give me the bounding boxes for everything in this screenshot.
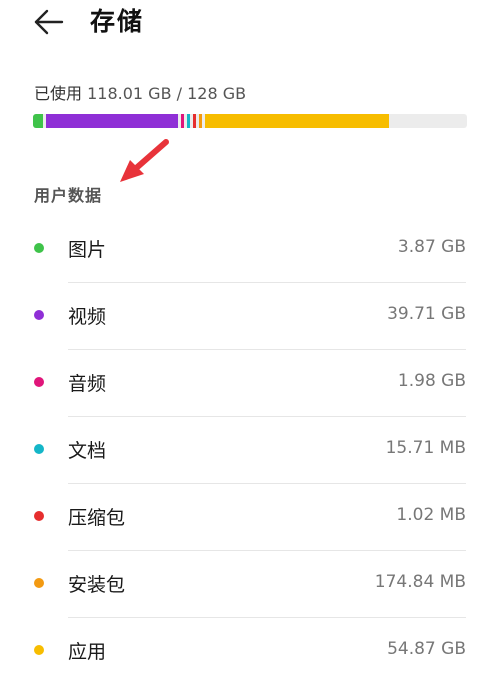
category-name: 文档 (68, 440, 107, 462)
category-name: 图片 (68, 239, 107, 261)
storage-usage-bar (33, 114, 467, 128)
category-color-dot-icon (34, 511, 44, 521)
storage-category-row[interactable]: 音频 1.98 GB (0, 350, 500, 417)
category-size: 1.02 MB (396, 505, 466, 525)
category-name: 压缩包 (68, 507, 126, 529)
storage-category-row[interactable]: 文档 15.71 MB (0, 417, 500, 484)
storage-category-list: 图片 3.87 GB 视频 39.71 GB 音频 1.98 GB 文档 15.71 MB 压缩… (0, 216, 500, 685)
category-name: 应用 (68, 641, 107, 663)
category-size: 1.98 GB (397, 371, 466, 391)
back-arrow-icon (34, 9, 64, 35)
usage-bar-segment (193, 114, 197, 128)
category-color-dot-icon (34, 578, 44, 588)
category-name: 音频 (68, 373, 107, 395)
storage-category-row[interactable]: 视频 39.71 GB (0, 283, 500, 350)
category-color-dot-icon (34, 310, 44, 320)
storage-category-row[interactable]: 图片 3.87 GB (0, 216, 500, 283)
usage-bar-segment (46, 114, 178, 128)
storage-category-row[interactable]: 安装包 174.84 MB (0, 551, 500, 618)
category-color-dot-icon (34, 377, 44, 387)
category-name: 安装包 (68, 574, 126, 596)
category-size: 54.87 GB (387, 639, 466, 659)
storage-category-row[interactable]: 应用 54.87 GB (0, 618, 500, 685)
category-size: 15.71 MB (385, 438, 466, 458)
usage-bar-segment (33, 114, 44, 128)
usage-bar-segment (187, 114, 191, 128)
category-name: 视频 (68, 306, 107, 328)
app-header: 存储 (0, 0, 500, 56)
section-title-user-data: 用户数据 (34, 186, 103, 205)
category-color-dot-icon (34, 243, 44, 253)
category-size: 39.71 GB (387, 304, 466, 324)
usage-bar-segment (180, 114, 185, 128)
storage-category-row[interactable]: 压缩包 1.02 MB (0, 484, 500, 551)
usage-bar-segment (199, 114, 203, 128)
category-color-dot-icon (34, 444, 44, 454)
category-size: 174.84 MB (374, 572, 466, 592)
usage-label: 已使用 (34, 84, 83, 103)
back-button[interactable] (32, 6, 72, 38)
usage-value: 118.01 GB / 128 GB (87, 84, 247, 103)
category-size: 3.87 GB (397, 237, 466, 257)
category-color-dot-icon (34, 645, 44, 655)
page-title: 存储 (90, 7, 145, 36)
usage-summary: 已使用 118.01 GB / 128 GB (34, 80, 246, 104)
usage-bar-segment (205, 114, 389, 128)
red-pointer-arrow-icon (120, 139, 169, 182)
